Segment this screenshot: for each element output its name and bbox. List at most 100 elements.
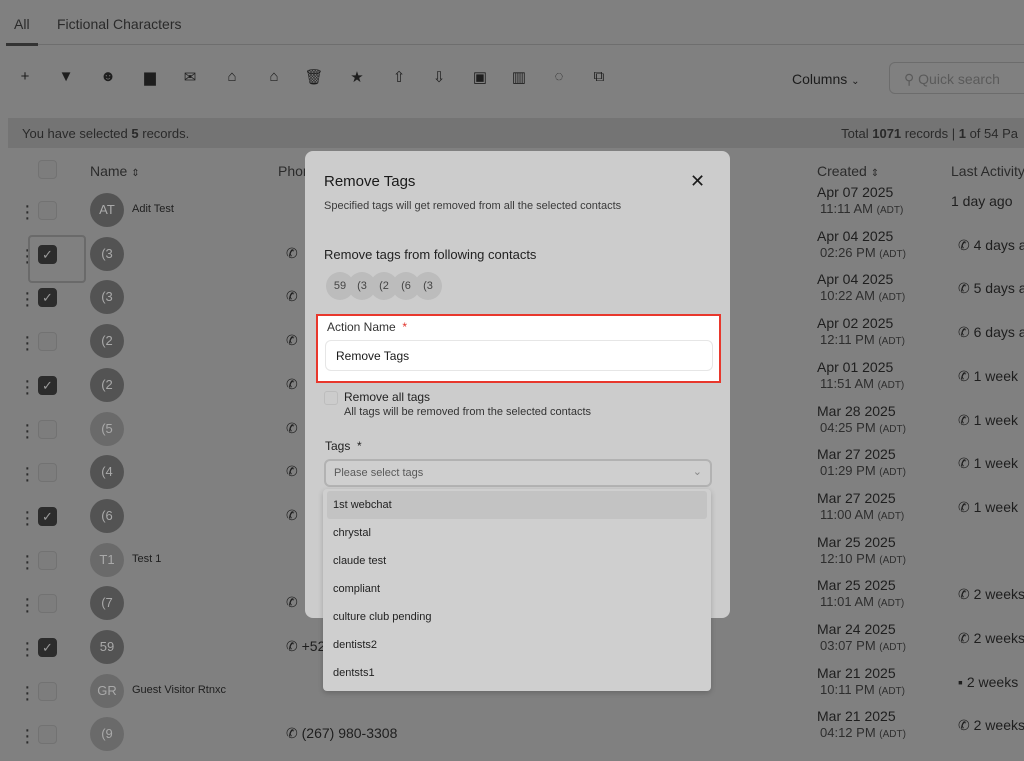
row-checkbox[interactable] xyxy=(38,725,57,745)
created-time: 11:11 AM (ADT) xyxy=(820,201,903,216)
plus-icon[interactable]: + xyxy=(15,68,35,85)
phone-icon: ✆ xyxy=(958,630,974,646)
close-icon[interactable]: ✕ xyxy=(690,171,705,192)
activity-text: 1 week xyxy=(973,411,1018,428)
mail-icon[interactable]: ✉ xyxy=(180,68,200,86)
time: 12:10 PM xyxy=(820,550,876,566)
tag-option[interactable]: compliant xyxy=(327,575,707,603)
drag-handle-icon[interactable]: · · · xyxy=(24,196,31,228)
drag-handle-icon[interactable]: · · · xyxy=(24,677,31,709)
upload-icon[interactable]: ⇧ xyxy=(389,68,409,86)
robot-icon[interactable]: ☻ xyxy=(98,68,118,85)
row-checkbox[interactable] xyxy=(38,332,57,352)
tag-option[interactable]: claude test xyxy=(327,547,707,575)
download-icon[interactable]: ⇩ xyxy=(429,68,449,86)
avatar: (4 xyxy=(90,455,124,490)
tags-select[interactable]: Please select tags ⌄ xyxy=(324,459,712,487)
columns-button[interactable]: Columns ⌄ xyxy=(792,71,860,87)
lock-icon[interactable]: ▣ xyxy=(470,68,490,86)
modal-title: Remove Tags xyxy=(324,173,416,190)
action-name-input[interactable] xyxy=(325,340,713,371)
drag-handle-icon[interactable]: · · · xyxy=(24,502,31,534)
page-number: 1 xyxy=(958,126,966,141)
contact-name[interactable]: Test 1 xyxy=(132,553,161,565)
timezone: (ADT) xyxy=(879,467,906,479)
select-all-checkbox[interactable] xyxy=(38,160,57,179)
created-date: Apr 02 2025 xyxy=(817,315,894,332)
phone-icon[interactable]: ✆ xyxy=(286,420,298,436)
row-checkbox[interactable]: ✓ xyxy=(38,288,57,308)
created-date: Mar 25 2025 xyxy=(817,533,896,550)
drag-handle-icon[interactable]: · · · xyxy=(24,371,31,403)
tag-option[interactable]: dentists2 xyxy=(327,631,707,659)
row-checkbox[interactable] xyxy=(38,594,57,614)
created-time: 04:25 PM (ADT) xyxy=(820,420,906,435)
header-name[interactable]: Name ⇕ xyxy=(90,163,140,179)
drag-handle-icon[interactable]: · · · xyxy=(24,283,31,315)
phone-cell: ✆ +52 xyxy=(286,638,325,655)
contact-name[interactable]: Adit Test xyxy=(132,203,174,215)
row-checkbox[interactable] xyxy=(38,681,57,701)
header-created[interactable]: Created ⇕ xyxy=(817,163,879,179)
phone-icon[interactable]: ✆ xyxy=(286,463,298,479)
header-last-activity[interactable]: Last Activity xyxy=(951,163,1024,179)
drag-handle-icon[interactable]: · · · xyxy=(24,589,31,621)
activity-text: 2 weeks xyxy=(966,673,1019,690)
created-time: 03:07 PM (ADT) xyxy=(820,638,906,653)
message-icon[interactable]: ▆ xyxy=(140,68,160,86)
filter-icon[interactable]: ▼ xyxy=(56,68,76,85)
quick-search-input[interactable]: ⚲ Quick search xyxy=(889,62,1024,94)
last-activity: 1 day ago xyxy=(951,193,1013,209)
selection-text: records. xyxy=(138,126,190,141)
row-checkbox[interactable] xyxy=(38,463,57,483)
tab-fictional-characters[interactable]: Fictional Characters xyxy=(57,16,182,32)
tags-label: Tags * xyxy=(325,439,362,453)
phone-icon[interactable]: ✆ xyxy=(286,725,302,741)
row-checkbox[interactable]: ✓ xyxy=(38,244,57,264)
time: 10:11 PM xyxy=(820,681,875,697)
row-checkbox[interactable]: ✓ xyxy=(38,375,57,395)
contact-name[interactable]: Guest Visitor Rtnxc xyxy=(132,684,226,696)
activity-text: 1 week xyxy=(973,455,1018,472)
created-date: Apr 01 2025 xyxy=(817,358,894,375)
tag-option[interactable]: culture club pending xyxy=(327,603,707,631)
header-phone[interactable]: Phor xyxy=(278,163,308,179)
row-checkbox[interactable] xyxy=(38,201,57,220)
drag-handle-icon[interactable]: · · · xyxy=(24,720,31,752)
star-icon[interactable]: ★ xyxy=(347,68,367,86)
phone-icon[interactable]: ✆ xyxy=(286,507,298,523)
drag-handle-icon[interactable]: · · · xyxy=(24,633,31,665)
timezone: (ADT) xyxy=(877,510,905,522)
phone-icon[interactable]: ✆ xyxy=(286,594,298,610)
phone-icon[interactable]: ✆ xyxy=(286,245,298,261)
row-checkbox[interactable]: ✓ xyxy=(38,506,57,526)
tag-option[interactable]: dentsts1 xyxy=(327,659,707,687)
chevron-down-icon: ⌄ xyxy=(851,76,860,87)
avatar: (3 xyxy=(90,280,124,315)
trash-icon[interactable]: 🗑 xyxy=(304,68,324,86)
total-label: Total xyxy=(841,126,873,141)
drag-handle-icon[interactable]: · · · xyxy=(24,458,31,490)
copy-icon[interactable]: ⧉ xyxy=(589,68,609,85)
phone-icon[interactable]: ✆ xyxy=(286,332,298,348)
phone-icon[interactable]: ✆ xyxy=(286,288,298,304)
tag-add-icon[interactable]: ⌂ xyxy=(222,68,242,85)
active-tab-indicator xyxy=(6,43,38,46)
tag-option[interactable]: chrystal xyxy=(327,519,707,547)
tab-all[interactable]: All xyxy=(14,16,30,32)
row-checkbox[interactable] xyxy=(38,419,57,439)
tab-divider xyxy=(6,44,1024,45)
phone-icon[interactable]: ✆ xyxy=(286,638,302,654)
row-checkbox[interactable]: ✓ xyxy=(38,638,57,657)
drag-handle-icon[interactable]: · · · xyxy=(24,415,31,447)
building-icon[interactable]: ▥ xyxy=(509,68,529,86)
phone-icon[interactable]: ✆ xyxy=(286,376,298,392)
tag-remove-icon[interactable]: ⌂ xyxy=(264,68,284,85)
row-checkbox[interactable] xyxy=(38,550,57,570)
drag-handle-icon[interactable]: · · · xyxy=(24,327,31,359)
whatsapp-icon[interactable]: ◌ xyxy=(549,68,569,85)
remove-all-tags-checkbox[interactable] xyxy=(324,391,338,405)
drag-handle-icon[interactable]: · · · xyxy=(24,546,31,578)
tag-option[interactable]: 1st webchat xyxy=(327,491,707,519)
avatar: (2 xyxy=(90,324,124,359)
